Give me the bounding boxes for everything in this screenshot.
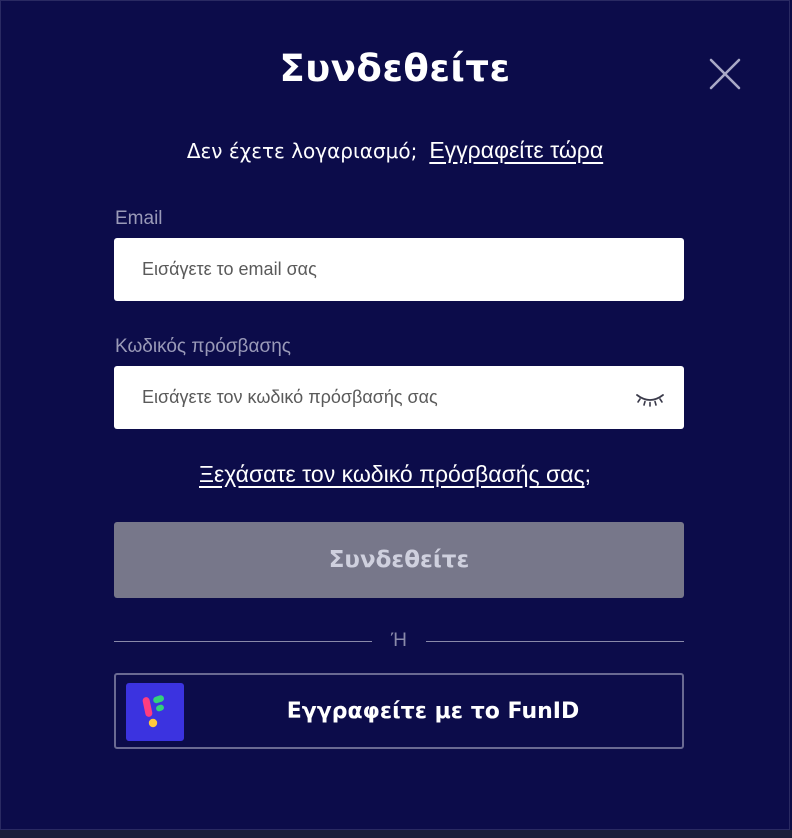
password-field[interactable] — [142, 366, 632, 429]
background-strip — [0, 830, 792, 838]
forgot-password-row: Ξεχάσατε τον κωδικό πρόσβασής σας; — [1, 461, 789, 488]
email-field-container — [114, 238, 684, 301]
divider-line-left — [114, 641, 372, 642]
signup-row: Δεν έχετε λογαριασμό; Εγγραφείτε τώρα — [1, 137, 789, 164]
signup-link[interactable]: Εγγραφείτε τώρα — [429, 137, 603, 163]
login-submit-button[interactable]: Συνδεθείτε — [114, 522, 684, 598]
close-icon[interactable] — [705, 54, 745, 94]
divider-line-right — [426, 641, 684, 642]
forgot-password-suffix: ; — [584, 461, 591, 487]
login-modal: Συνδεθείτε Δεν έχετε λογαριασμό; Εγγραφεί… — [0, 0, 790, 830]
funid-signup-button[interactable]: Εγγραφείτε με το FunID — [114, 673, 684, 749]
close-button[interactable] — [705, 54, 745, 94]
eye-closed-icon[interactable] — [635, 392, 665, 408]
divider-or-text: Ή — [391, 630, 407, 651]
modal-title: Συνδεθείτε — [279, 47, 511, 90]
funid-logo-icon — [126, 683, 184, 741]
signup-prompt: Δεν έχετε λογαριασμό; — [186, 139, 418, 163]
email-label: Email — [115, 208, 163, 229]
password-field-container — [114, 366, 684, 429]
funid-signup-label: Εγγραφείτε με το FunID — [286, 698, 580, 724]
email-field[interactable] — [142, 238, 632, 301]
forgot-password-link[interactable]: Ξεχάσατε τον κωδικό πρόσβασής σας — [199, 461, 585, 487]
password-label: Κωδικός πρόσβασης — [115, 336, 291, 357]
password-visibility-toggle[interactable] — [635, 392, 665, 408]
